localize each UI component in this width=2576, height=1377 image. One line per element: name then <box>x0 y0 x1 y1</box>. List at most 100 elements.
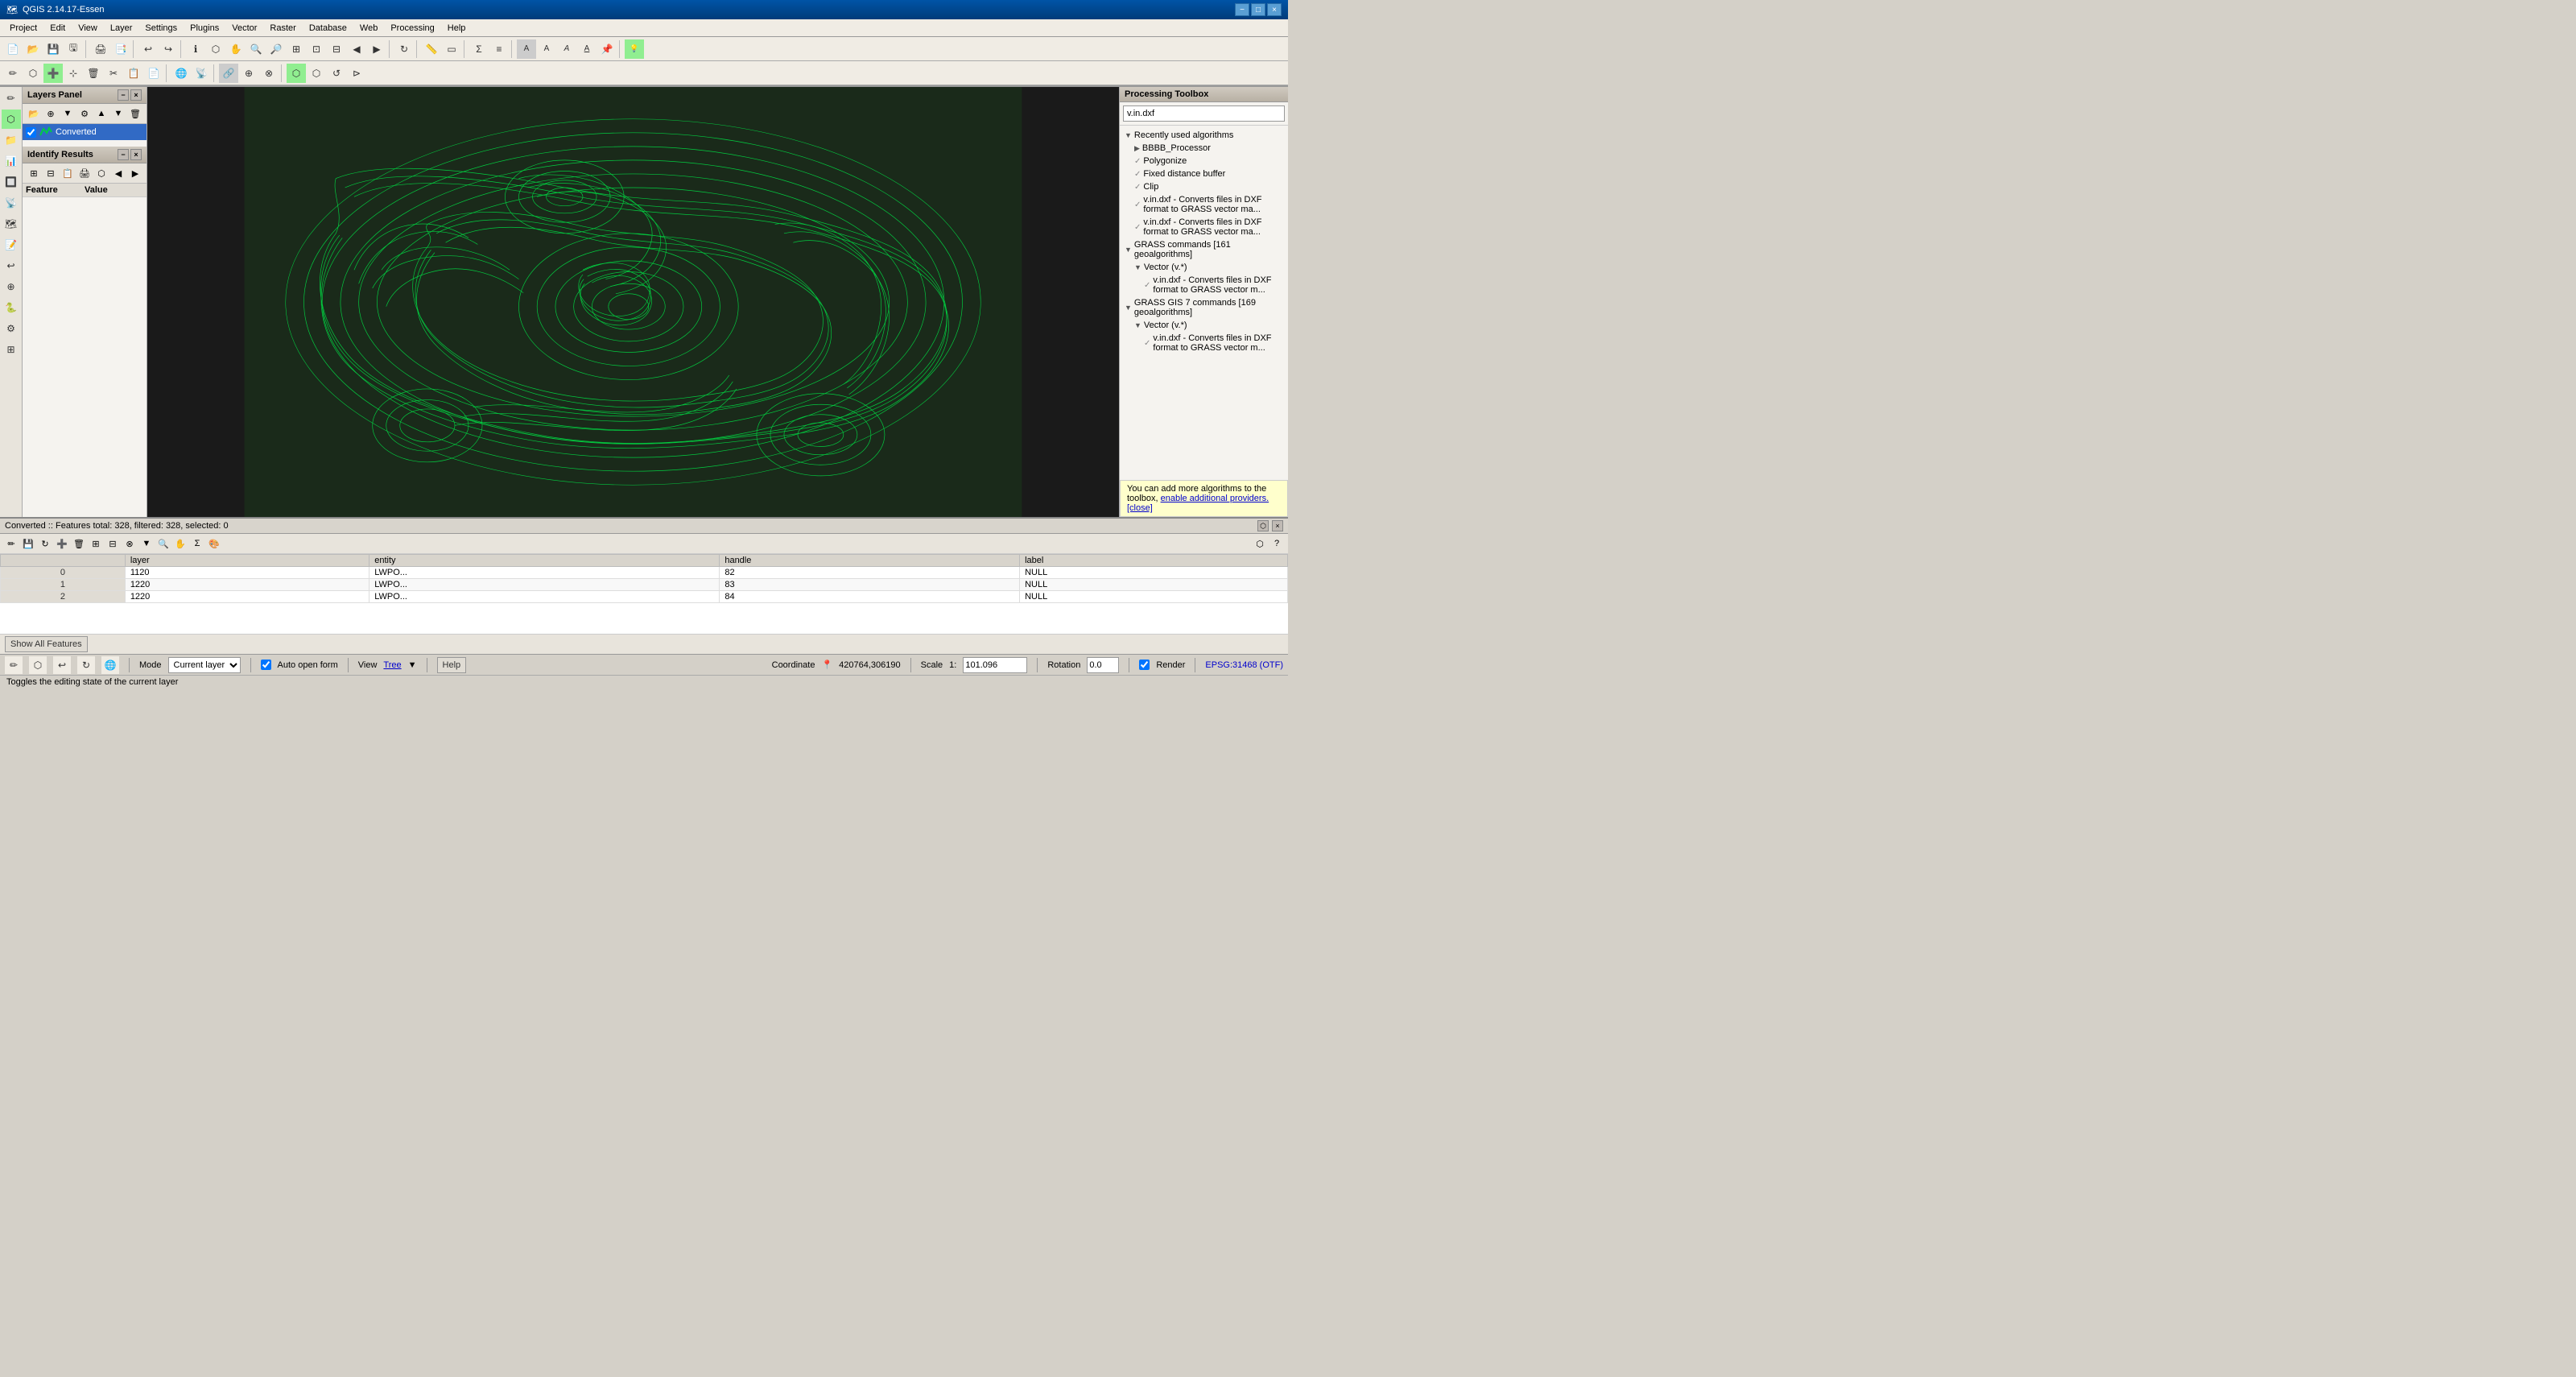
field-calc-button[interactable]: Σ <box>469 39 489 59</box>
snapping-button[interactable]: 🔗 <box>219 64 238 83</box>
attr-table-close-button[interactable]: × <box>1272 520 1283 531</box>
conditional-format-button[interactable]: 🎨 <box>206 536 222 552</box>
menu-database[interactable]: Database <box>303 22 353 35</box>
col-layer[interactable]: layer <box>125 555 369 567</box>
clip-item[interactable]: ✓ Clip <box>1120 180 1288 193</box>
close-button[interactable]: × <box>1267 3 1282 16</box>
overview-button[interactable]: 🗺 <box>2 214 21 234</box>
undo-history-button[interactable]: ↩ <box>2 256 21 275</box>
offset-curve-button[interactable]: ⊳ <box>347 64 366 83</box>
menu-help[interactable]: Help <box>441 22 473 35</box>
refresh-button[interactable]: ↻ <box>394 39 414 59</box>
select-button[interactable]: ⬡ <box>206 39 225 59</box>
vindxf-grass7-item[interactable]: ✓ v.in.dxf - Converts files in DXF forma… <box>1120 332 1288 354</box>
delete-row-button[interactable]: 🗑 <box>71 536 87 552</box>
undo-button[interactable]: ↩ <box>138 39 158 59</box>
zoom-full-button[interactable]: ⊞ <box>287 39 306 59</box>
select-all-attr-button[interactable]: ⊞ <box>88 536 104 552</box>
menu-edit[interactable]: Edit <box>43 22 72 35</box>
label-button[interactable]: A <box>517 39 536 59</box>
toggle-edit-attr-button[interactable]: ✏ <box>3 536 19 552</box>
layers-panel-minus[interactable]: − <box>118 89 129 101</box>
auto-open-form-checkbox[interactable] <box>261 660 271 670</box>
grass7-commands-header[interactable]: ▼ GRASS GIS 7 commands [169 geoalgorithm… <box>1120 296 1288 319</box>
add-row-button[interactable]: ➕ <box>54 536 70 552</box>
recently-used-header[interactable]: ▼ Recently used algorithms <box>1120 129 1288 142</box>
move-vertex-button[interactable]: ⊹ <box>64 64 83 83</box>
menu-plugins[interactable]: Plugins <box>184 22 225 35</box>
python-button[interactable]: 🐍 <box>2 298 21 317</box>
pin-label-button[interactable]: 📌 <box>597 39 617 59</box>
statistical-button[interactable]: 📊 <box>2 151 21 171</box>
vector-v-item[interactable]: ▼ Vector (v.*) <box>1120 261 1288 274</box>
render-checkbox[interactable] <box>1139 660 1150 670</box>
vindxf-item-2[interactable]: ✓ v.in.dxf - Converts files in DXF forma… <box>1120 216 1288 238</box>
wms-button[interactable]: 🌐 <box>171 64 191 83</box>
gps-button[interactable]: 📡 <box>2 193 21 213</box>
grass-commands-header[interactable]: ▼ GRASS commands [161 geoalgorithms] <box>1120 238 1288 261</box>
menu-raster[interactable]: Raster <box>263 22 302 35</box>
dock-attr-button[interactable]: ⬡ <box>1252 536 1268 552</box>
layer-settings-button[interactable]: ⚙ <box>76 105 93 122</box>
label3-button[interactable]: A <box>557 39 576 59</box>
print-atlas-button[interactable]: 📑 <box>111 39 130 59</box>
save-as-button[interactable]: 🖫 <box>64 39 83 59</box>
vindxf-item-1[interactable]: ✓ v.in.dxf - Converts files in DXF forma… <box>1120 193 1288 216</box>
tree-label[interactable]: Tree <box>383 660 401 670</box>
log-messages-button[interactable]: 📝 <box>2 235 21 254</box>
stats-button[interactable]: ≡ <box>489 39 509 59</box>
advanced-digitize-side-button[interactable]: ⊞ <box>2 340 21 359</box>
help-button[interactable]: Help <box>437 657 467 673</box>
tile-scale-button[interactable]: 🔲 <box>2 172 21 192</box>
zoom-back-button[interactable]: ◀ <box>347 39 366 59</box>
wfs-button[interactable]: 📡 <box>192 64 211 83</box>
open-project-button[interactable]: 📂 <box>23 39 43 59</box>
scale-input[interactable] <box>963 657 1027 673</box>
attr-table-wrapper[interactable]: layer entity handle label 0 1120 LWPO...… <box>0 554 1288 634</box>
map-area[interactable] <box>147 87 1119 517</box>
collapse-all-button[interactable]: ⊟ <box>43 165 59 181</box>
paste-features-button[interactable]: 📄 <box>144 64 163 83</box>
show-all-features-button[interactable]: Show All Features <box>5 636 88 652</box>
snap-segment-button[interactable]: ⊗ <box>259 64 279 83</box>
identify-panel-close[interactable]: × <box>130 149 142 160</box>
zoom-in-button[interactable]: 🔍 <box>246 39 266 59</box>
bbbb-processor-item[interactable]: ▶ BBBB_Processor <box>1120 142 1288 155</box>
layer-item-converted[interactable]: Converted <box>23 124 147 140</box>
measure-area-button[interactable]: ▭ <box>442 39 461 59</box>
col-rownum[interactable] <box>1 555 126 567</box>
edit-toggle-status-button[interactable]: ✏ <box>5 656 23 674</box>
zoom-out-button[interactable]: 🔎 <box>266 39 286 59</box>
reload-attr-button[interactable]: ↻ <box>37 536 53 552</box>
save-edit-attr-button[interactable]: 💾 <box>20 536 36 552</box>
layers-panel-close[interactable]: × <box>130 89 142 101</box>
edit-toggle-status4-button[interactable]: ↻ <box>77 656 95 674</box>
polygonize-item[interactable]: ✓ Polygonize <box>1120 155 1288 167</box>
enable-providers-link[interactable]: enable additional providers. <box>1161 494 1269 503</box>
invert-select-attr-button[interactable]: ⊗ <box>122 536 138 552</box>
identify-next-button[interactable]: ▶ <box>127 165 143 181</box>
new-project-button[interactable]: 📄 <box>3 39 23 59</box>
identify-button[interactable]: ℹ <box>186 39 205 59</box>
minimize-button[interactable]: − <box>1235 3 1249 16</box>
cut-features-button[interactable]: ✂ <box>104 64 123 83</box>
redo-button[interactable]: ↪ <box>159 39 178 59</box>
zoom-forward-button[interactable]: ▶ <box>367 39 386 59</box>
copy-result-button[interactable]: 📋 <box>60 165 76 181</box>
pan-button[interactable]: ✋ <box>226 39 246 59</box>
menu-view[interactable]: View <box>72 22 104 35</box>
open-layer-button[interactable]: 📂 <box>26 105 42 122</box>
edit-toggle-status3-button[interactable]: ↩ <box>53 656 71 674</box>
save-project-button[interactable]: 💾 <box>43 39 63 59</box>
advanced2-button[interactable]: ⬡ <box>307 64 326 83</box>
print-result-button[interactable]: 🖨 <box>76 165 93 181</box>
deselect-attr-button[interactable]: ⊟ <box>105 536 121 552</box>
rotate-point-button[interactable]: ↺ <box>327 64 346 83</box>
field-calc-attr-button[interactable]: Σ <box>189 536 205 552</box>
identify-clear-button[interactable]: ⬡ <box>93 165 109 181</box>
col-handle[interactable]: handle <box>720 555 1020 567</box>
browser-button[interactable]: 📁 <box>2 130 21 150</box>
attr-table-dock-button[interactable]: ⬡ <box>1257 520 1269 531</box>
label2-button[interactable]: A <box>537 39 556 59</box>
vector-v7-item[interactable]: ▼ Vector (v.*) <box>1120 319 1288 332</box>
